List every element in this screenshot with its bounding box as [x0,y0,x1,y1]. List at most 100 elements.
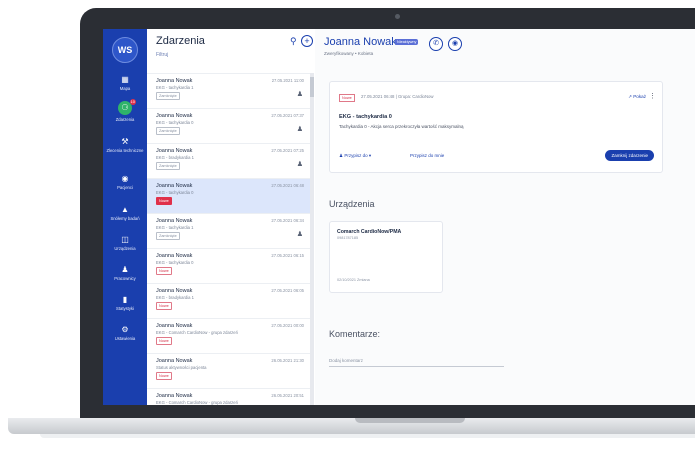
assign-label: Przypisz do [344,153,368,158]
device-change-date: 02/10/2021 Zmiana [337,278,370,282]
event-description: EKG - tachykardia 0 [156,190,194,195]
nav-item-label: Ustawienia [114,336,136,341]
status-badge: Zamknięte [156,127,180,135]
event-description: EKG - tachykardia 1 [156,225,194,230]
add-event-button[interactable]: + [301,35,313,47]
event-timestamp: 26.05.2021 21:30 [271,358,304,363]
event-patient-name: Joanna Nowak [156,323,193,329]
list-item[interactable]: Joanna Nowak EKG - bradykardia 1 27.05.202… [147,143,310,179]
list-item[interactable]: Joanna Nowak EKG - tachykardia 0 27.05.202… [147,108,310,144]
nav-item-map[interactable]: ▦ Mapa [103,75,147,91]
chart-icon: ▮ [122,295,128,304]
events-list-panel: Zdarzenia Filtruj ⚲ + Joanna Nowak EKG - … [147,29,316,405]
nav-item-devices[interactable]: ◫ Urządzenia [103,235,147,251]
assign-to-dropdown[interactable]: ♟ Przypisz do ▾ [339,153,371,159]
comment-input[interactable] [329,354,504,367]
main-navigation: WS ▦ Mapa ⚆ 10 Zdarzenia ⚒ Zlecenia techn… [103,29,147,405]
scrollbar-thumb[interactable] [310,77,314,97]
nav-item-label: Snółemy badań [110,216,140,221]
events-count-badge: 10 [129,99,136,105]
nav-item-label: Mapa [119,86,131,91]
event-patient-name: Joanna Nowak [156,148,193,154]
event-timestamp: 27.05.2021 07:37 [271,113,304,118]
nav-item-events[interactable]: ⚆ 10 Zdarzenia [103,99,147,122]
list-scrollbar[interactable] [310,73,314,405]
device-card[interactable]: Comarch CardioNow/PMA 0981787185 02/10/2… [329,221,443,293]
person-icon: ♟ [339,153,344,158]
event-timestamp: 27.05.2021 06:15 [271,253,304,258]
nav-item-label: Urządzenia [114,246,136,251]
nav-item-employees[interactable]: ♟ Pracownicy [103,265,147,281]
status-badge: Nowe [156,197,172,205]
list-item[interactable]: Joanna Nowak Status aktywności pacjenta 26… [147,353,310,389]
nav-item-technical-orders[interactable]: ⚒ Zlecenia techniczne [103,137,147,153]
list-item[interactable]: Joanna Nowak EKG - tachykardia 0 27.05.202… [147,248,310,284]
device-name: Comarch CardioNow/PMA [337,229,402,235]
status-badge: Zamknięte [156,232,180,240]
phone-icon[interactable]: ✆ [429,37,443,51]
event-timestamp: 27.05.2021 06:34 [271,218,304,223]
event-description: EKG - tachykardia 1 [156,85,194,90]
comments-section-title: Komentarze: [329,329,381,339]
list-item[interactable]: Joanna Nowak EKG - tachykardia 1 27.05.202… [147,73,310,109]
list-item[interactable]: Joanna Nowak EKG - bradykardia 1 27.05.202… [147,283,310,319]
event-description: EKG - Comarch CardioNow - grupa zdarzeń [156,330,238,335]
map-icon: ▦ [121,75,129,84]
nav-item-patients[interactable]: ◉ Pacjenci [103,174,147,190]
nav-item-settings[interactable]: ⚙ Ustawienia [103,325,147,341]
nav-item-label: Zlecenia techniczne [106,148,144,153]
list-item[interactable]: Joanna Nowak EKG - Comarch CardioNow - gr… [147,318,310,354]
event-timestamp: 27.05.2021 11:00 [271,78,304,83]
event-timestamp: 26.05.2021 20:51 [271,393,304,398]
list-item[interactable]: Joanna Nowak EKG - tachykardia 0 27.05.202… [147,178,310,214]
close-event-button[interactable]: Zamknij zdarzenie [605,150,654,161]
event-detail-panel: Joanna Nowak Nieaktywny Zweryfikowany • … [315,29,695,405]
nav-item-label: Pracownicy [114,276,136,281]
status-badge: Nowe [156,302,172,310]
list-item[interactable]: Joanna Nowak EKG - tachykardia 1 27.05.202… [147,213,310,249]
event-title: EKG - tachykardia 0 [339,114,392,120]
list-item[interactable]: Joanna Nowak EKG - Comarch CardioNow - gr… [147,388,310,405]
event-timestamp: 27.05.2021 06:05 [271,288,304,293]
wrench-icon: ⚒ [121,137,129,146]
avatar[interactable]: WS [112,37,138,63]
event-patient-name: Joanna Nowak [156,253,193,259]
search-icon[interactable]: ⚲ [290,36,297,47]
event-description: EKG - tachykardia 0 [156,260,194,265]
nav-item-label: Pacjenci [117,185,133,190]
device-icon: ◫ [121,235,129,244]
laptop-base [8,418,695,434]
preview-link[interactable]: ↗ Pokaż [628,94,646,100]
patient-icon: ◉ [121,174,129,183]
status-badge: Nowe [156,267,172,275]
event-description: Status aktywności pacjenta [156,365,207,370]
nav-item-research[interactable]: ▲ Snółemy badań [103,205,147,221]
nav-item-label: Zdarzenia [115,117,135,122]
event-patient-name: Joanna Nowak [156,393,193,399]
assigned-person-icon: ♟ [296,161,303,168]
event-description: EKG - bradykardia 1 [156,295,194,300]
more-options-icon[interactable]: ⋮ [649,92,656,100]
preview-label: Pokaż [633,94,646,99]
status-badge: Nowe [156,372,172,380]
filter-link[interactable]: Filtruj [156,52,168,58]
status-badge: Nowe [156,337,172,345]
laptop-notch [355,418,465,423]
patient-name[interactable]: Joanna Nowak [324,36,397,48]
assign-to-me-button[interactable]: Przypisz do mnie [410,153,444,158]
event-description: Tachykardia 0 - Akcja serca przekroczyła… [339,124,464,129]
patient-status-badge: Nieaktywny [395,39,419,45]
device-serial: 0981787185 [337,236,359,240]
location-icon[interactable]: ◉ [448,37,462,51]
event-patient-name: Joanna Nowak [156,358,193,364]
nav-item-statistics[interactable]: ▮ Statystyki [103,295,147,311]
event-description: EKG - bradykardia 1 [156,155,194,160]
chevron-down-icon: ▾ [368,153,372,158]
event-patient-name: Joanna Nowak [156,218,193,224]
external-link-icon: ↗ [628,94,632,99]
event-timestamp: 27.05.2021 07:25 [271,148,304,153]
app-screen: WS ▦ Mapa ⚆ 10 Zdarzenia ⚒ Zlecenia techn… [103,29,695,405]
gear-icon: ⚙ [121,325,129,334]
bell-icon: ⚆ 10 [118,99,136,115]
patient-verification-status: Zweryfikowany • Kobieta [324,51,374,56]
